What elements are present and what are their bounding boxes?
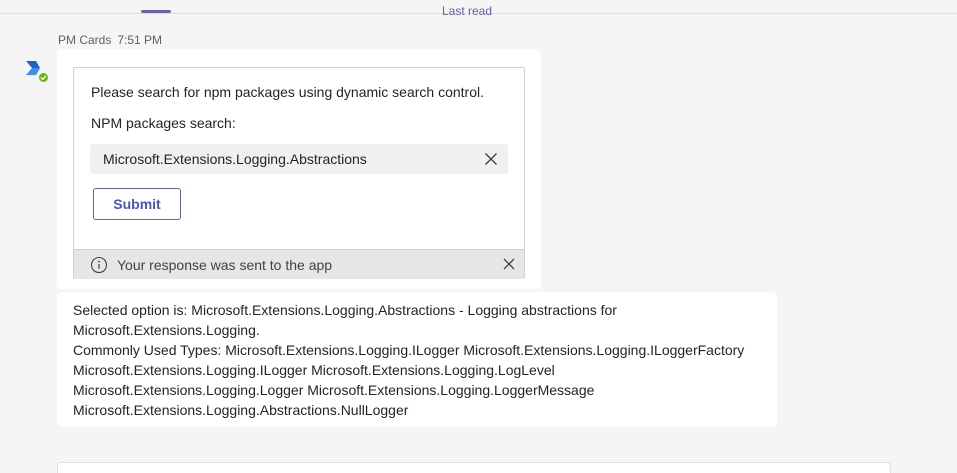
reply-line: Microsoft.Extensions.Logging. xyxy=(73,322,260,338)
reply-line: Microsoft.Extensions.Logging.Logger Micr… xyxy=(73,382,595,398)
reply-line: Commonly Used Types: Microsoft.Extension… xyxy=(73,342,745,358)
dismiss-status-button[interactable] xyxy=(501,256,517,272)
reply-line: Selected option is: Microsoft.Extensions… xyxy=(73,302,617,318)
close-icon xyxy=(503,258,515,270)
active-tab-indicator xyxy=(141,10,171,13)
reply-line: Microsoft.Extensions.Logging.ILogger Mic… xyxy=(73,362,555,378)
message-timestamp: 7:51 PM xyxy=(117,33,163,47)
card-message-bubble: Please search for npm packages using dyn… xyxy=(57,49,541,289)
sender-name[interactable]: PM Cards xyxy=(58,33,111,47)
reply-line: Microsoft.Extensions.Logging.Abstraction… xyxy=(73,402,409,418)
message-header: PM Cards 7:51 PM xyxy=(58,32,162,48)
search-input-value: Microsoft.Extensions.Logging.Abstraction… xyxy=(103,151,367,167)
reply-text: Selected option is: Microsoft.Extensions… xyxy=(73,300,744,420)
response-status-bar: Your response was sent to the app xyxy=(74,249,524,279)
npm-search-input[interactable]: Microsoft.Extensions.Logging.Abstraction… xyxy=(90,144,508,174)
card-prompt-text: Please search for npm packages using dyn… xyxy=(91,84,484,100)
bot-reply-bubble: Selected option is: Microsoft.Extensions… xyxy=(57,292,777,427)
presence-available-icon xyxy=(38,72,49,83)
adaptive-card: Please search for npm packages using dyn… xyxy=(73,67,525,279)
status-message: Your response was sent to the app xyxy=(117,257,333,273)
clear-search-button[interactable] xyxy=(482,150,500,168)
close-icon xyxy=(485,153,497,165)
last-read-marker: Last read xyxy=(442,4,493,18)
submit-button[interactable]: Submit xyxy=(93,188,181,220)
info-icon xyxy=(90,256,108,274)
search-label: NPM packages search: xyxy=(91,115,236,131)
compose-box[interactable] xyxy=(57,462,891,473)
